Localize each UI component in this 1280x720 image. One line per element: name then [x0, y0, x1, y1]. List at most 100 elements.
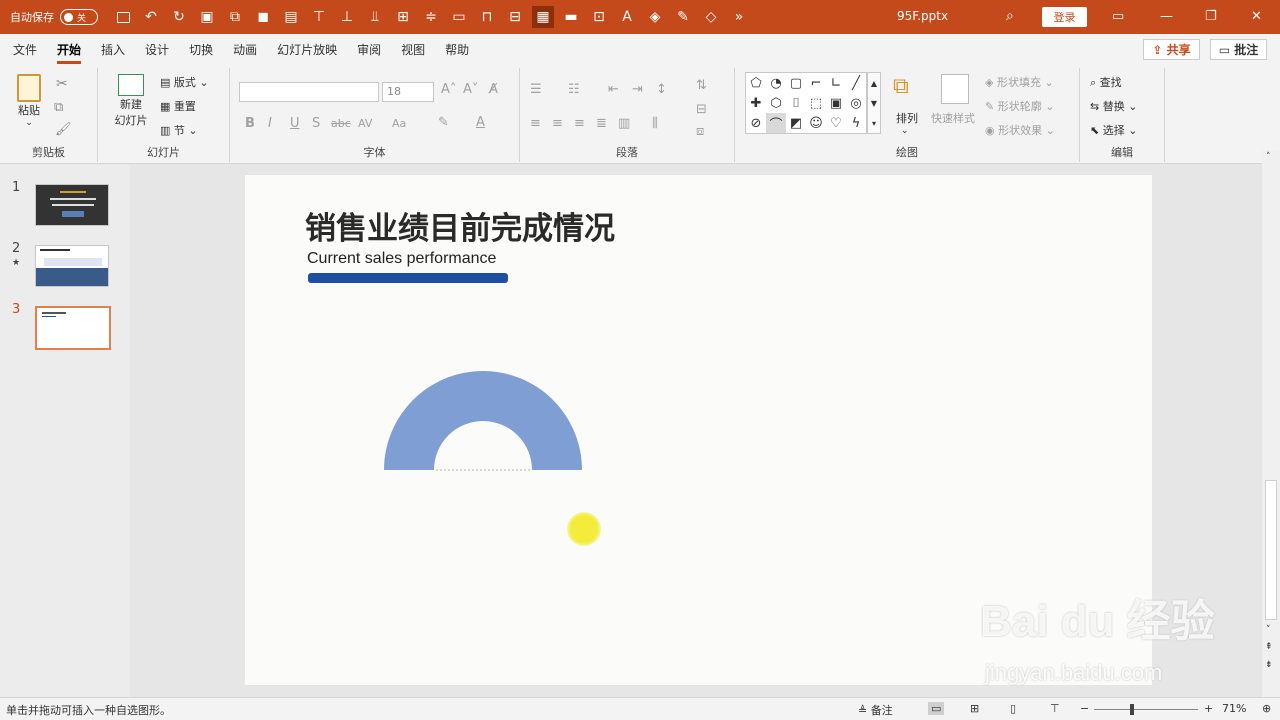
- slide-thumbnail-2[interactable]: [35, 245, 109, 287]
- justify-icon[interactable]: ≣: [596, 116, 607, 131]
- increase-indent-icon[interactable]: ⇥: [632, 82, 643, 97]
- section-button[interactable]: ▥ 节 ⌄: [160, 122, 198, 138]
- select-button[interactable]: ⬉ 选择 ⌄: [1090, 122, 1137, 138]
- normal-view-icon[interactable]: ▭: [928, 702, 945, 715]
- tab-review[interactable]: 审阅: [357, 37, 381, 62]
- grow-font-icon[interactable]: A˄: [441, 82, 456, 97]
- new-slide-button[interactable]: 新建 幻灯片: [106, 74, 156, 128]
- shape-fill-button[interactable]: ◈ 形状填充 ⌄: [985, 74, 1054, 90]
- reset-button[interactable]: ▦ 重置: [160, 98, 196, 114]
- banner-icon[interactable]: ▬: [560, 6, 582, 28]
- layout-button[interactable]: ▤ 版式 ⌄: [160, 74, 209, 90]
- clear-format-icon[interactable]: A̸: [489, 82, 498, 97]
- bullets-icon[interactable]: ☰: [530, 82, 542, 97]
- zoom-level[interactable]: 71%: [1222, 702, 1246, 715]
- shadow-button[interactable]: S: [312, 116, 320, 131]
- scroll-down-icon[interactable]: ▼: [871, 99, 877, 108]
- replace-button[interactable]: ⇆ 替换 ⌄: [1090, 98, 1137, 114]
- eraser-icon[interactable]: ◇: [700, 6, 722, 28]
- italic-button[interactable]: I: [268, 116, 272, 131]
- zoom-slider-thumb[interactable]: [1130, 704, 1134, 715]
- shape-outline-button[interactable]: ✎ 形状轮廓 ⌄: [985, 98, 1054, 114]
- reading-view-icon[interactable]: ▯: [1010, 702, 1016, 715]
- shrink-font-icon[interactable]: A˅: [463, 82, 478, 97]
- title-underline-bar[interactable]: [308, 273, 508, 283]
- share-button[interactable]: ⇪ 共享: [1143, 39, 1200, 60]
- align-top-icon[interactable]: ⊤: [308, 6, 330, 28]
- fit-to-window-icon[interactable]: ⊕: [1262, 702, 1271, 715]
- shape-heart-icon[interactable]: ♡: [826, 113, 846, 133]
- font-size-combo[interactable]: 18: [382, 82, 434, 102]
- send-backward-icon[interactable]: ◼: [252, 6, 274, 28]
- tab-insert[interactable]: 插入: [101, 37, 125, 62]
- box-icon[interactable]: ▭: [448, 6, 470, 28]
- underline-button[interactable]: U: [290, 116, 300, 131]
- slide-thumbnail-1[interactable]: [35, 184, 109, 226]
- align-center-icon[interactable]: ≑: [420, 6, 442, 28]
- align-middle-icon[interactable]: ⊥: [336, 6, 358, 28]
- slide-subtitle[interactable]: Current sales performance: [307, 250, 496, 268]
- notes-button[interactable]: ≜ 备注: [858, 702, 893, 718]
- save-icon[interactable]: [112, 6, 134, 28]
- shape-lightning-icon[interactable]: ϟ: [846, 113, 866, 133]
- shape-cube-icon[interactable]: ⬚: [806, 93, 826, 113]
- bold-button[interactable]: B: [245, 116, 255, 131]
- shape-hexagon-icon[interactable]: ⬡: [766, 93, 786, 113]
- decrease-indent-icon[interactable]: ⇤: [608, 82, 619, 97]
- layout-icon[interactable]: ▦: [532, 6, 554, 28]
- shape-donut-icon[interactable]: ◎: [846, 93, 866, 113]
- highlight-icon[interactable]: ✎: [438, 115, 449, 130]
- tab-slideshow[interactable]: 幻灯片放映: [277, 37, 337, 62]
- expand-gallery-icon[interactable]: ▾: [872, 119, 876, 128]
- slide-title[interactable]: 销售业绩目前完成情况: [305, 203, 615, 248]
- shape-can-icon[interactable]: ⌷: [786, 93, 806, 113]
- columns-icon[interactable]: ⫼: [652, 116, 658, 131]
- numbering-icon[interactable]: ☷: [568, 82, 580, 97]
- search-icon[interactable]: ⌕: [1006, 8, 1014, 24]
- shape-teardrop-icon[interactable]: ◔: [766, 73, 786, 93]
- shape-cross-icon[interactable]: ✚: [746, 93, 766, 113]
- scroll-up-icon[interactable]: ˄: [1266, 152, 1271, 162]
- align-bottom-icon[interactable]: ⫫: [364, 6, 386, 28]
- line-spacing-icon[interactable]: ↕: [656, 82, 667, 97]
- scroll-down-icon[interactable]: ˅: [1266, 625, 1271, 635]
- quick-styles-button[interactable]: 快速样式: [931, 110, 975, 126]
- slideshow-view-icon[interactable]: ⊤: [1050, 702, 1060, 715]
- find-button[interactable]: ⌕ 查找: [1090, 74, 1122, 90]
- shape-noentry-icon[interactable]: ⊘: [746, 113, 766, 133]
- text-direction-icon[interactable]: ⇅: [696, 78, 707, 93]
- close-icon[interactable]: ✕: [1251, 9, 1262, 24]
- tab-design[interactable]: 设计: [145, 37, 169, 62]
- zoom-in-icon[interactable]: +: [1204, 702, 1213, 715]
- bring-forward-icon[interactable]: ▣: [196, 6, 218, 28]
- format-icon[interactable]: ▤: [280, 6, 302, 28]
- half-donut-shape[interactable]: [380, 365, 585, 475]
- shapes-gallery-scroll[interactable]: ▲ ▼ ▾: [867, 72, 881, 134]
- format-painter-icon[interactable]: 🖌: [55, 122, 72, 137]
- align-text-icon[interactable]: ⊟: [696, 102, 707, 117]
- hcenter-icon[interactable]: ⊟: [504, 6, 526, 28]
- tab-file[interactable]: 文件: [13, 37, 37, 62]
- shape-pentagon-icon[interactable]: ⬠: [746, 73, 766, 93]
- strikethrough-button[interactable]: abc: [331, 117, 351, 130]
- distribute-icon[interactable]: ⊞: [392, 6, 414, 28]
- zoom-slider[interactable]: [1094, 704, 1198, 715]
- tab-help[interactable]: 帮助: [445, 37, 469, 62]
- tab-view[interactable]: 视图: [401, 37, 425, 62]
- login-button[interactable]: 登录: [1042, 7, 1087, 27]
- redo-icon[interactable]: ↻: [168, 6, 190, 28]
- tab-animations[interactable]: 动画: [233, 37, 257, 62]
- smartart-icon[interactable]: ⧈: [696, 124, 704, 139]
- vertical-scrollbar[interactable]: ˄ ˅ ⇞ ⇟: [1262, 150, 1280, 697]
- font-color-icon[interactable]: A: [476, 115, 485, 130]
- slide-thumbnail-3[interactable]: [35, 306, 111, 350]
- shape-square-icon[interactable]: ▢: [786, 73, 806, 93]
- align-vertical-icon[interactable]: ⊓: [476, 6, 498, 28]
- tab-home[interactable]: 开始: [57, 37, 82, 64]
- shape-effects-button[interactable]: ◉ 形状效果 ⌄: [985, 122, 1055, 138]
- shape-folded-corner-icon[interactable]: ◩: [786, 113, 806, 133]
- shape-corner-icon[interactable]: ⌐: [806, 73, 826, 93]
- shape-smiley-icon[interactable]: ☺: [806, 113, 826, 133]
- char-spacing-button[interactable]: AV: [358, 117, 372, 130]
- comment-button[interactable]: ▭ 批注: [1210, 39, 1267, 60]
